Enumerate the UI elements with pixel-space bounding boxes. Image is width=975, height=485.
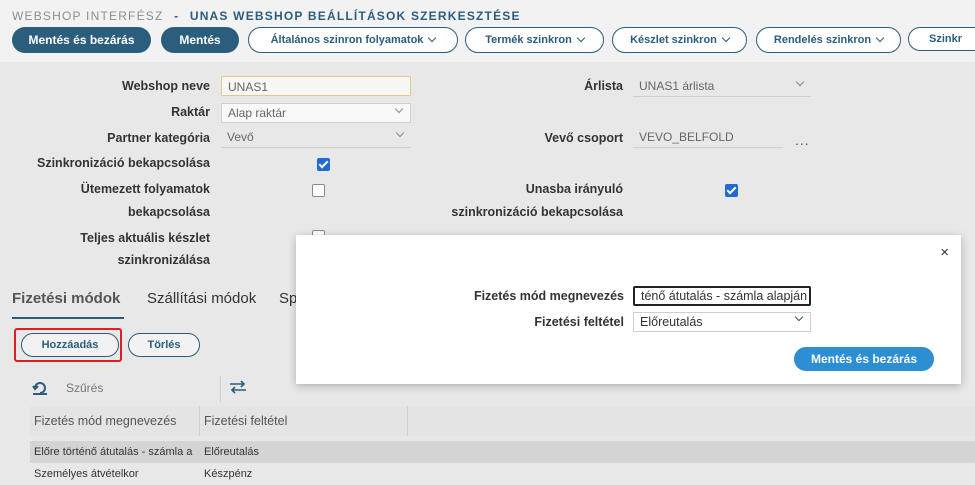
- more-sync-label: Szinkr: [929, 33, 963, 45]
- tab-shipping-methods[interactable]: Szállítási módok: [147, 290, 256, 307]
- save-button[interactable]: Mentés: [161, 27, 239, 53]
- scheduled-label-line1: Ütemezett folyamatok: [80, 182, 210, 196]
- tab-sp[interactable]: Sp: [279, 290, 297, 307]
- column-header-name[interactable]: Fizetés mód megnevezés: [30, 406, 200, 436]
- column-header-empty: [408, 406, 975, 436]
- delete-button[interactable]: Törlés: [128, 333, 200, 357]
- webshop-name-input[interactable]: UNAS1: [221, 76, 411, 96]
- stock-sync-dropdown[interactable]: Készlet szinkron: [612, 27, 747, 53]
- unas-sync-label: Unasba irányuló: [525, 182, 623, 196]
- refresh-icon[interactable]: [32, 380, 48, 396]
- scheduled-label-2: bekapcsolása: [128, 205, 210, 219]
- header: WEBSHOP INTERFÉSZ - UNAS WEBSHOP BEÁLLÍT…: [0, 0, 975, 62]
- payment-condition-value: Előreutalás: [640, 315, 703, 329]
- customer-group-label: Vevő csoport: [544, 131, 624, 145]
- cell-name: Előre történő átutalás - számla a: [34, 446, 193, 458]
- full-stock-label: Teljes aktuális készlet: [80, 231, 210, 245]
- toolbar-divider: [220, 376, 221, 402]
- scheduled-label: Ütemezett folyamatok: [81, 178, 210, 201]
- table-row[interactable]: Előre történő átutalás - számla a Előreu…: [30, 441, 975, 463]
- modal-condition-label: Fizetési feltétel: [534, 315, 624, 329]
- full-stock-label-2: szinkronizálása: [117, 253, 210, 267]
- cell-condition: Készpénz: [204, 468, 253, 480]
- chevron-down-icon: [795, 77, 805, 87]
- general-sync-label: Általános szinron folyamatok: [270, 34, 424, 46]
- partner-category-label: Partner kategória: [107, 131, 210, 145]
- chevron-down-icon: [721, 33, 731, 43]
- title-separator: -: [174, 9, 180, 23]
- chevron-down-icon: [576, 33, 586, 43]
- active-tab-indicator: [12, 317, 124, 319]
- pricelist-value: UNAS1 árlista: [639, 79, 715, 93]
- payment-name-value: ténő átutalás - számla alapján: [641, 289, 808, 303]
- order-sync-label: Rendelés szinkron: [773, 34, 872, 46]
- unas-sync-label-2: szinkronizáció bekapcsolása: [451, 205, 623, 219]
- page-title-bar: WEBSHOP INTERFÉSZ - UNAS WEBSHOP BEÁLLÍT…: [12, 9, 521, 23]
- close-icon[interactable]: ×: [940, 244, 949, 261]
- filter-label[interactable]: Szűrés: [66, 381, 103, 395]
- partner-category-value: Vevő: [227, 130, 254, 144]
- pricelist-select[interactable]: UNAS1 árlista: [633, 77, 811, 97]
- tab-payment-methods[interactable]: Fizetési módok: [12, 290, 120, 307]
- more-sync-dropdown[interactable]: Szinkr: [908, 27, 975, 51]
- table-row[interactable]: Személyes átvételkor Készpénz: [30, 463, 975, 485]
- breadcrumb: WEBSHOP INTERFÉSZ: [12, 9, 164, 23]
- customer-group-value: VEVO_BELFOLD: [639, 130, 734, 144]
- warehouse-select[interactable]: Alap raktár: [221, 103, 411, 123]
- payment-method-dialog: × Fizetés mód megnevezés ténő átutalás -…: [296, 235, 961, 384]
- add-button[interactable]: Hozzáadás: [21, 333, 119, 357]
- cell-condition: Előreutalás: [204, 446, 260, 458]
- product-sync-dropdown[interactable]: Termék szinkron: [465, 27, 604, 53]
- column-header-condition[interactable]: Fizetési feltétel: [200, 406, 408, 436]
- stock-sync-label: Készlet szinkron: [630, 34, 717, 46]
- order-sync-dropdown[interactable]: Rendelés szinkron: [756, 27, 901, 53]
- sync-enable-label: Szinkronizáció bekapcsolása: [37, 156, 210, 170]
- sync-enable-checkbox[interactable]: [317, 158, 330, 171]
- modal-save-and-close-button[interactable]: Mentés és bezárás: [794, 347, 934, 371]
- chevron-down-icon: [428, 33, 437, 43]
- save-and-close-button[interactable]: Mentés és bezárás: [12, 27, 151, 53]
- chevron-down-icon: [794, 312, 804, 322]
- chevron-down-icon: [395, 128, 405, 138]
- webshop-name-label: Webshop neve: [122, 79, 210, 93]
- chevron-down-icon: [394, 104, 404, 114]
- payment-methods-grid: Szűrés Fizetés mód megnevezés Fizetési f…: [30, 372, 975, 480]
- swap-columns-icon[interactable]: [229, 380, 247, 394]
- unas-sync-checkbox[interactable]: [725, 184, 738, 197]
- customer-group-more-button[interactable]: ...: [795, 132, 810, 148]
- product-sync-label: Termék szinkron: [485, 34, 572, 46]
- page-title: UNAS WEBSHOP BEÁLLÍTÁSOK SZERKESZTÉSE: [189, 9, 521, 23]
- warehouse-value: Alap raktár: [228, 106, 287, 120]
- cell-name: Személyes átvételkor: [34, 468, 139, 480]
- partner-category-select[interactable]: Vevő: [221, 128, 411, 148]
- payment-condition-select[interactable]: Előreutalás: [633, 312, 811, 332]
- modal-name-label: Fizetés mód megnevezés: [473, 289, 624, 303]
- payment-name-input[interactable]: ténő átutalás - számla alapján: [633, 286, 811, 306]
- general-sync-dropdown[interactable]: Általános szinron folyamatok: [248, 27, 458, 53]
- warehouse-label: Raktár: [171, 105, 210, 119]
- chevron-down-icon: [875, 33, 885, 43]
- customer-group-field[interactable]: VEVO_BELFOLD: [633, 128, 783, 148]
- pricelist-label: Árlista: [584, 79, 623, 93]
- scheduled-checkbox[interactable]: [312, 184, 325, 197]
